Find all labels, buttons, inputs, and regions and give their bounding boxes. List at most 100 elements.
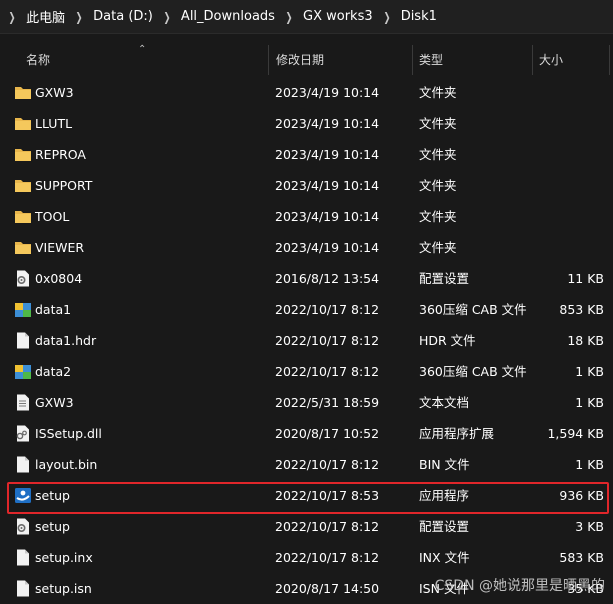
folder-icon	[15, 87, 31, 99]
file-type: 文件夹	[419, 209, 457, 224]
file-date: 2020/8/17 14:50	[275, 581, 380, 596]
file-size: 1 KB	[575, 457, 604, 472]
file-size: 11 KB	[567, 271, 604, 286]
blank-file-icon	[17, 332, 29, 349]
list-item-highlighted[interactable]: setup 2022/10/17 8:53 应用程序 936 KB	[0, 480, 613, 514]
file-size: 583 KB	[559, 550, 604, 565]
file-name: 0x0804	[35, 271, 83, 286]
blank-file-icon	[17, 456, 29, 473]
column-header-date[interactable]: 修改日期	[270, 43, 324, 77]
file-name: layout.bin	[35, 457, 98, 472]
file-size: 1 KB	[575, 395, 604, 410]
file-type: INX 文件	[419, 550, 470, 565]
chevron-right-icon[interactable]: ❯	[163, 10, 170, 24]
file-name: LLUTL	[35, 116, 73, 131]
file-name: data1	[35, 302, 72, 317]
chevron-right-icon[interactable]: ❯	[285, 10, 292, 24]
column-header-size[interactable]: 大小	[533, 43, 563, 77]
column-divider[interactable]	[268, 45, 269, 75]
text-file-icon	[17, 394, 29, 411]
file-type: 配置设置	[419, 271, 470, 286]
archive-file-icon	[15, 365, 31, 379]
watermark: CSDN @她说那里是晒黑的	[434, 578, 605, 594]
file-date: 2023/4/19 10:14	[275, 85, 380, 100]
file-size: 3 KB	[575, 519, 604, 534]
file-date: 2023/4/19 10:14	[275, 178, 380, 193]
file-name: setup	[35, 519, 70, 534]
breadcrumb-item-gx-works3[interactable]: GX works3	[303, 9, 373, 24]
blank-file-icon	[17, 549, 29, 566]
file-name: setup.inx	[35, 550, 93, 565]
file-name: VIEWER	[35, 240, 85, 255]
list-item[interactable]: SUPPORT 2023/4/19 10:14 文件夹	[0, 170, 613, 201]
list-item[interactable]: data1 2022/10/17 8:12 360压缩 CAB 文件 853 K…	[0, 294, 613, 325]
file-date: 2022/10/17 8:12	[275, 550, 380, 565]
folder-icon	[15, 118, 31, 130]
settings-file-icon	[17, 518, 29, 535]
breadcrumb-item-all-downloads[interactable]: All_Downloads	[181, 9, 275, 24]
file-size: 936 KB	[559, 488, 604, 503]
folder-icon	[15, 211, 31, 223]
list-item[interactable]: GXW3 2022/5/31 18:59 文本文档 1 KB	[0, 387, 613, 418]
file-name: GXW3	[35, 395, 74, 410]
file-name: setup	[35, 488, 70, 503]
file-type: 文件夹	[419, 85, 457, 100]
list-item[interactable]: LLUTL 2023/4/19 10:14 文件夹	[0, 108, 613, 139]
file-type: 文件夹	[419, 147, 457, 162]
column-divider[interactable]	[609, 45, 610, 75]
file-name: ISSetup.dll	[35, 426, 102, 441]
file-size: 1 KB	[575, 364, 604, 379]
chevron-right-icon[interactable]: ❯	[383, 10, 390, 24]
file-date: 2023/4/19 10:14	[275, 116, 380, 131]
setup-app-icon	[15, 488, 31, 503]
file-name: setup.isn	[35, 581, 92, 596]
list-item[interactable]: GXW3 2023/4/19 10:14 文件夹	[0, 77, 613, 108]
file-type: BIN 文件	[419, 457, 470, 472]
file-size: 1,594 KB	[547, 426, 604, 441]
file-name: SUPPORT	[35, 178, 93, 193]
chevron-right-icon[interactable]: ❯	[76, 10, 83, 24]
list-item[interactable]: VIEWER 2023/4/19 10:14 文件夹	[0, 232, 613, 263]
chevron-right-icon[interactable]: ❯	[9, 10, 16, 24]
file-type: 文件夹	[419, 240, 457, 255]
list-item[interactable]: setup 2022/10/17 8:12 配置设置 3 KB	[0, 511, 613, 542]
list-item[interactable]: layout.bin 2022/10/17 8:12 BIN 文件 1 KB	[0, 449, 613, 480]
breadcrumb-item-disk1[interactable]: Disk1	[401, 9, 437, 24]
list-item[interactable]: TOOL 2023/4/19 10:14 文件夹	[0, 201, 613, 232]
file-name: data2	[35, 364, 72, 379]
column-header-name[interactable]: 名称	[20, 43, 50, 77]
archive-file-icon	[15, 303, 31, 317]
file-name: data1.hdr	[35, 333, 97, 348]
file-name: TOOL	[35, 209, 70, 224]
file-name: REPROA	[35, 147, 86, 162]
file-date: 2022/5/31 18:59	[275, 395, 380, 410]
file-date: 2022/10/17 8:53	[275, 488, 380, 503]
breadcrumb-item-data-drive[interactable]: Data (D:)	[93, 9, 153, 24]
file-size: 18 KB	[567, 333, 604, 348]
file-date: 2023/4/19 10:14	[275, 240, 380, 255]
dll-file-icon	[16, 425, 29, 442]
breadcrumb-item-this-pc[interactable]: 此电脑	[26, 7, 65, 26]
file-date: 2022/10/17 8:12	[275, 333, 380, 348]
file-type: 文件夹	[419, 116, 457, 131]
file-list: GXW3 2023/4/19 10:14 文件夹 LLUTL 2023/4/19…	[0, 77, 613, 604]
file-date: 2022/10/17 8:12	[275, 364, 380, 379]
list-item[interactable]: 0x0804 2016/8/12 13:54 配置设置 11 KB	[0, 263, 613, 294]
list-item[interactable]: ISSetup.dll 2020/8/17 10:52 应用程序扩展 1,594…	[0, 418, 613, 449]
blank-file-icon	[17, 580, 29, 597]
file-type: 配置设置	[419, 519, 470, 534]
file-type: HDR 文件	[419, 333, 476, 348]
file-date: 2022/10/17 8:12	[275, 519, 380, 534]
list-item[interactable]: REPROA 2023/4/19 10:14 文件夹	[0, 139, 613, 170]
list-item[interactable]: data2 2022/10/17 8:12 360压缩 CAB 文件 1 KB	[0, 356, 613, 387]
file-date: 2020/8/17 10:52	[275, 426, 380, 441]
file-type: 360压缩 CAB 文件	[419, 302, 527, 317]
file-date: 2022/10/17 8:12	[275, 302, 380, 317]
folder-icon	[15, 242, 31, 254]
list-item[interactable]: setup.inx 2022/10/17 8:12 INX 文件 583 KB	[0, 542, 613, 573]
file-type: 应用程序扩展	[419, 426, 495, 441]
file-date: 2023/4/19 10:14	[275, 147, 380, 162]
column-header-type[interactable]: 类型	[413, 43, 443, 77]
file-name: GXW3	[35, 85, 74, 100]
list-item[interactable]: data1.hdr 2022/10/17 8:12 HDR 文件 18 KB	[0, 325, 613, 356]
